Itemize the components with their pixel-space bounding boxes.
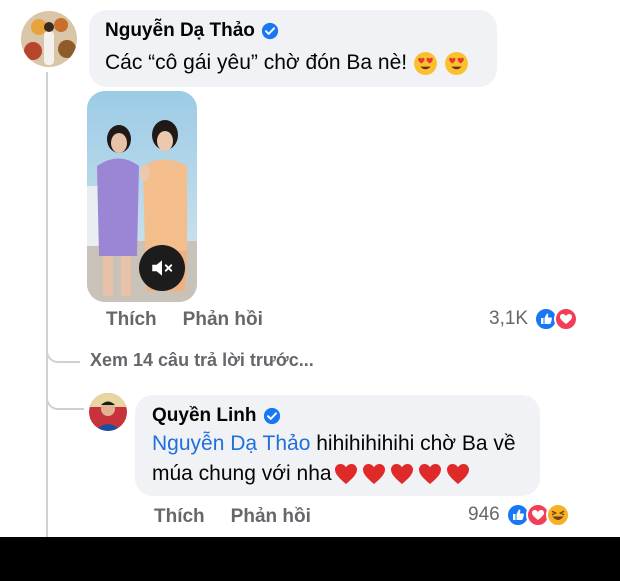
comment-actions: Thích Phản hồi [106,309,263,331]
reaction-summary[interactable]: 3,1K [489,307,579,331]
reaction-count: 946 [468,504,500,525]
love-icon [554,307,579,331]
heart-eyes-emoji-icon [414,51,438,75]
comment-author[interactable]: Nguyễn Dạ Thảo [105,20,255,42]
view-previous-replies-link[interactable]: Xem 14 câu trả lời trước... [90,350,314,371]
thread-branch [46,330,80,363]
red-heart-icon [362,464,385,484]
haha-icon [545,503,570,527]
red-heart-icon [446,464,469,484]
comment-bubble: Nguyễn Dạ Thảo Các “cô gái yêu” chờ đón … [89,10,497,87]
thread-branch [46,380,84,410]
video-thumbnail[interactable] [87,91,197,302]
red-heart-icon [418,464,441,484]
hearts [334,463,470,485]
like-button[interactable]: Thích [154,506,205,528]
reply-button[interactable]: Phản hồi [183,309,263,331]
reply-button[interactable]: Phản hồi [231,506,311,528]
mention-link[interactable]: Nguyễn Dạ Thảo [152,432,310,455]
reaction-summary[interactable]: 946 [468,503,570,527]
mute-button[interactable] [139,245,185,291]
reply-bubble: Quyền Linh Nguyễn Dạ Thảo hihihihihihi c… [135,395,540,496]
bottom-bar [0,537,620,581]
red-heart-icon [334,464,357,484]
avatar[interactable] [89,393,127,431]
reply-author[interactable]: Quyền Linh [152,405,257,427]
muted-speaker-icon [152,260,173,276]
verified-badge-icon [263,407,280,425]
verified-badge-icon [261,22,279,40]
reply-text-line2: múa chung với nha [152,462,332,485]
like-button[interactable]: Thích [106,309,157,331]
heart-eyes-emoji-icon [445,51,469,75]
red-heart-icon [390,464,413,484]
reply-actions: Thích Phản hồi [154,506,311,528]
reaction-count: 3,1K [489,308,529,329]
comment-text: Các “cô gái yêu” chờ đón Ba nè! [105,51,408,74]
avatar[interactable] [21,11,77,67]
reply-text-line1: hihihihihihi chờ Ba về [310,432,516,455]
thread-line [46,72,48,537]
